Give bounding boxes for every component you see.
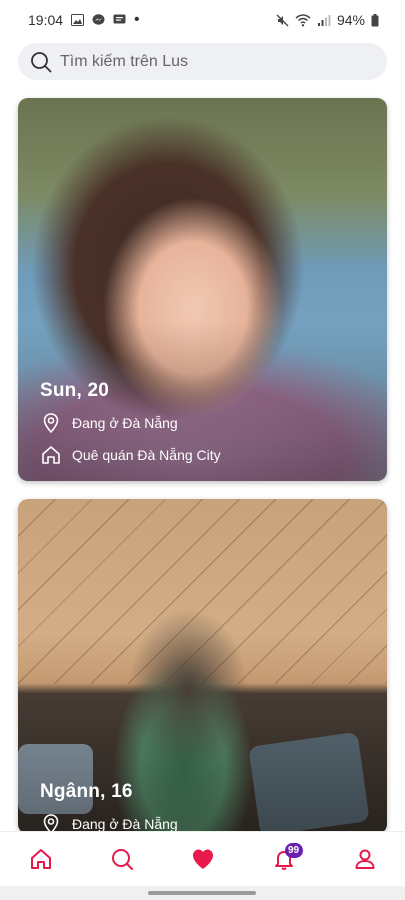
battery-icon: [371, 13, 379, 26]
location-text: Đang ở Đà Nẵng: [72, 415, 178, 431]
gesture-bar: [0, 886, 405, 900]
profile-card[interactable]: Sun, 20 Đang ở Đà Nẵng Quê quán Đà Nẵng …: [18, 98, 387, 481]
hometown-row: Quê quán Đà Nẵng City: [40, 444, 221, 466]
search-icon: [111, 849, 133, 870]
gallery-icon: [71, 14, 85, 26]
profile-name-age: Ngânn, 16: [40, 781, 133, 802]
location-pin-icon: [43, 413, 59, 434]
status-dot: •: [134, 11, 140, 28]
chat-icon: [113, 14, 126, 24]
gesture-handle[interactable]: [148, 891, 256, 895]
profile-info: Ngânn, 16 Đang ở Đà Nẵng: [40, 781, 178, 834]
nav-likes[interactable]: [183, 839, 223, 879]
status-left: 19:04 •: [28, 11, 140, 29]
messenger-icon: [92, 14, 105, 25]
search-input[interactable]: [60, 52, 360, 71]
battery-text: 94%: [336, 12, 365, 28]
status-right: 94%: [276, 12, 379, 28]
nav-search[interactable]: [102, 839, 142, 879]
hometown-text: Quê quán Đà Nẵng City: [72, 447, 221, 463]
status-time: 19:04: [28, 12, 64, 28]
profile-info: Sun, 20 Đang ở Đà Nẵng Quê quán Đà Nẵng …: [40, 380, 221, 466]
nav-notifications[interactable]: 99: [264, 839, 304, 879]
wood-wall: [18, 499, 387, 684]
bottom-nav: 99: [0, 831, 405, 886]
home-outline-icon: [42, 446, 60, 464]
location-text: Đang ở Đà Nẵng: [72, 816, 178, 832]
search-icon: [31, 51, 52, 72]
search-bar[interactable]: [18, 43, 387, 80]
nav-home[interactable]: [21, 839, 61, 879]
mute-icon: [276, 14, 289, 26]
nav-profile[interactable]: [345, 839, 385, 879]
heart-icon: [192, 849, 213, 869]
signal-icon: [317, 14, 331, 26]
profile-name-age: Sun, 20: [40, 380, 109, 401]
wifi-icon: [295, 13, 311, 26]
notification-badge: 99: [284, 843, 303, 858]
home-icon: [30, 849, 51, 869]
profile-icon: [355, 849, 374, 869]
profile-card[interactable]: Ngânn, 16 Đang ở Đà Nẵng: [18, 499, 387, 834]
location-row: Đang ở Đà Nẵng: [40, 412, 221, 434]
status-bar: 19:04 • 94%: [0, 0, 405, 40]
